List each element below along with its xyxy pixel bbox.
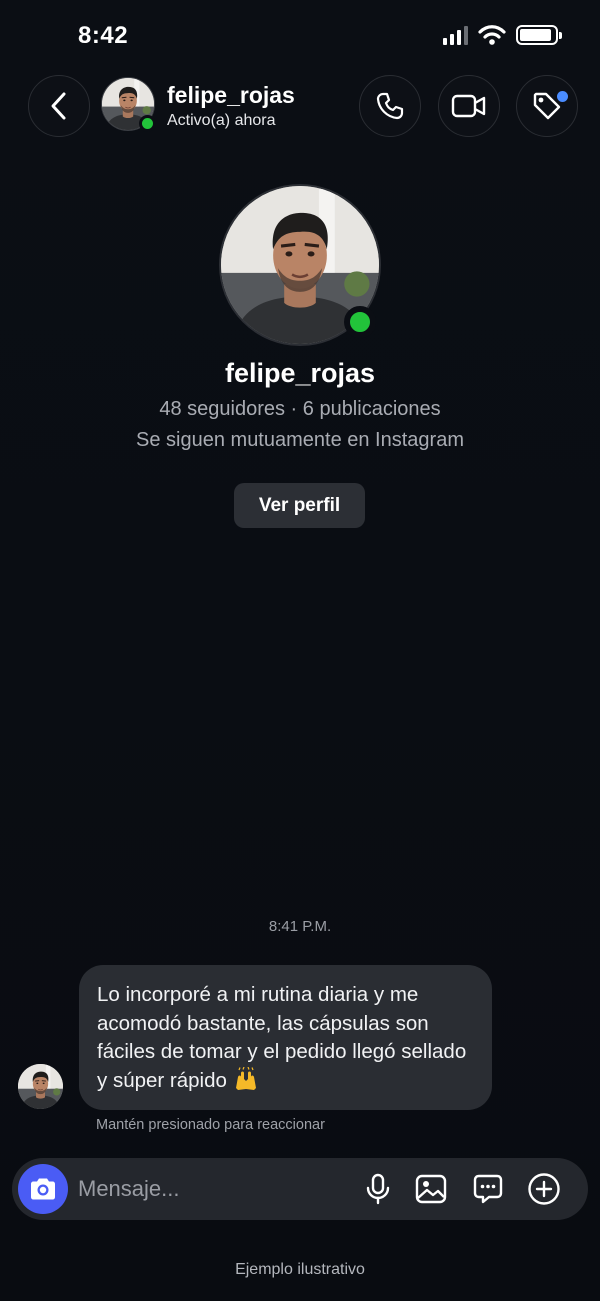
mutual-follow-text: Se siguen mutuamente en Instagram xyxy=(136,429,464,451)
view-profile-button[interactable]: Ver perfil xyxy=(234,483,365,528)
raising-hands-emoji xyxy=(235,1066,256,1090)
microphone-icon xyxy=(366,1173,390,1205)
gallery-icon xyxy=(415,1174,447,1204)
cellular-signal-icon xyxy=(443,25,468,45)
react-hint: Mantén presionado para reaccionar xyxy=(96,1117,325,1133)
battery-fill xyxy=(520,29,551,41)
sticker-icon xyxy=(473,1174,503,1204)
wifi-icon xyxy=(478,25,506,45)
tag-button[interactable] xyxy=(516,75,578,137)
chat-header: felipe_rojas Activo(a) ahora xyxy=(0,72,600,138)
gallery-button[interactable] xyxy=(413,1171,449,1207)
message-bubble[interactable]: Lo incorporé a mi rutina diaria y me aco… xyxy=(79,965,492,1110)
message-composer xyxy=(12,1158,588,1220)
battery-icon xyxy=(516,25,562,45)
sticker-button[interactable] xyxy=(470,1171,506,1207)
notification-dot xyxy=(557,91,568,102)
status-icons xyxy=(443,24,562,46)
back-button[interactable] xyxy=(28,75,90,137)
plus-icon xyxy=(528,1173,560,1205)
phone-icon xyxy=(376,92,404,120)
chevron-left-icon xyxy=(51,92,66,120)
video-camera-icon xyxy=(451,94,486,118)
camera-button[interactable] xyxy=(18,1164,68,1214)
video-call-button[interactable] xyxy=(438,75,500,137)
message-input[interactable] xyxy=(78,1172,348,1206)
profile-online-indicator xyxy=(344,306,376,338)
profile-stats: 48 seguidores · 6 publicaciones xyxy=(159,398,441,420)
message-timestamp: 8:41 P.M. xyxy=(268,918,332,935)
camera-icon xyxy=(31,1178,55,1200)
header-active-status: Activo(a) ahora xyxy=(167,112,276,129)
status-bar: 8:42 xyxy=(0,0,600,70)
footer-note: Ejemplo ilustrativo xyxy=(235,1261,365,1278)
sender-avatar[interactable] xyxy=(18,1064,63,1109)
header-username[interactable]: felipe_rojas xyxy=(167,82,295,109)
microphone-button[interactable] xyxy=(360,1171,396,1207)
online-indicator xyxy=(139,115,156,132)
profile-username: felipe_rojas xyxy=(224,358,376,388)
call-button[interactable] xyxy=(359,75,421,137)
status-time: 8:42 xyxy=(78,22,129,49)
more-options-button[interactable] xyxy=(526,1171,562,1207)
message-text: Lo incorporé a mi rutina diaria y me aco… xyxy=(97,983,467,1092)
